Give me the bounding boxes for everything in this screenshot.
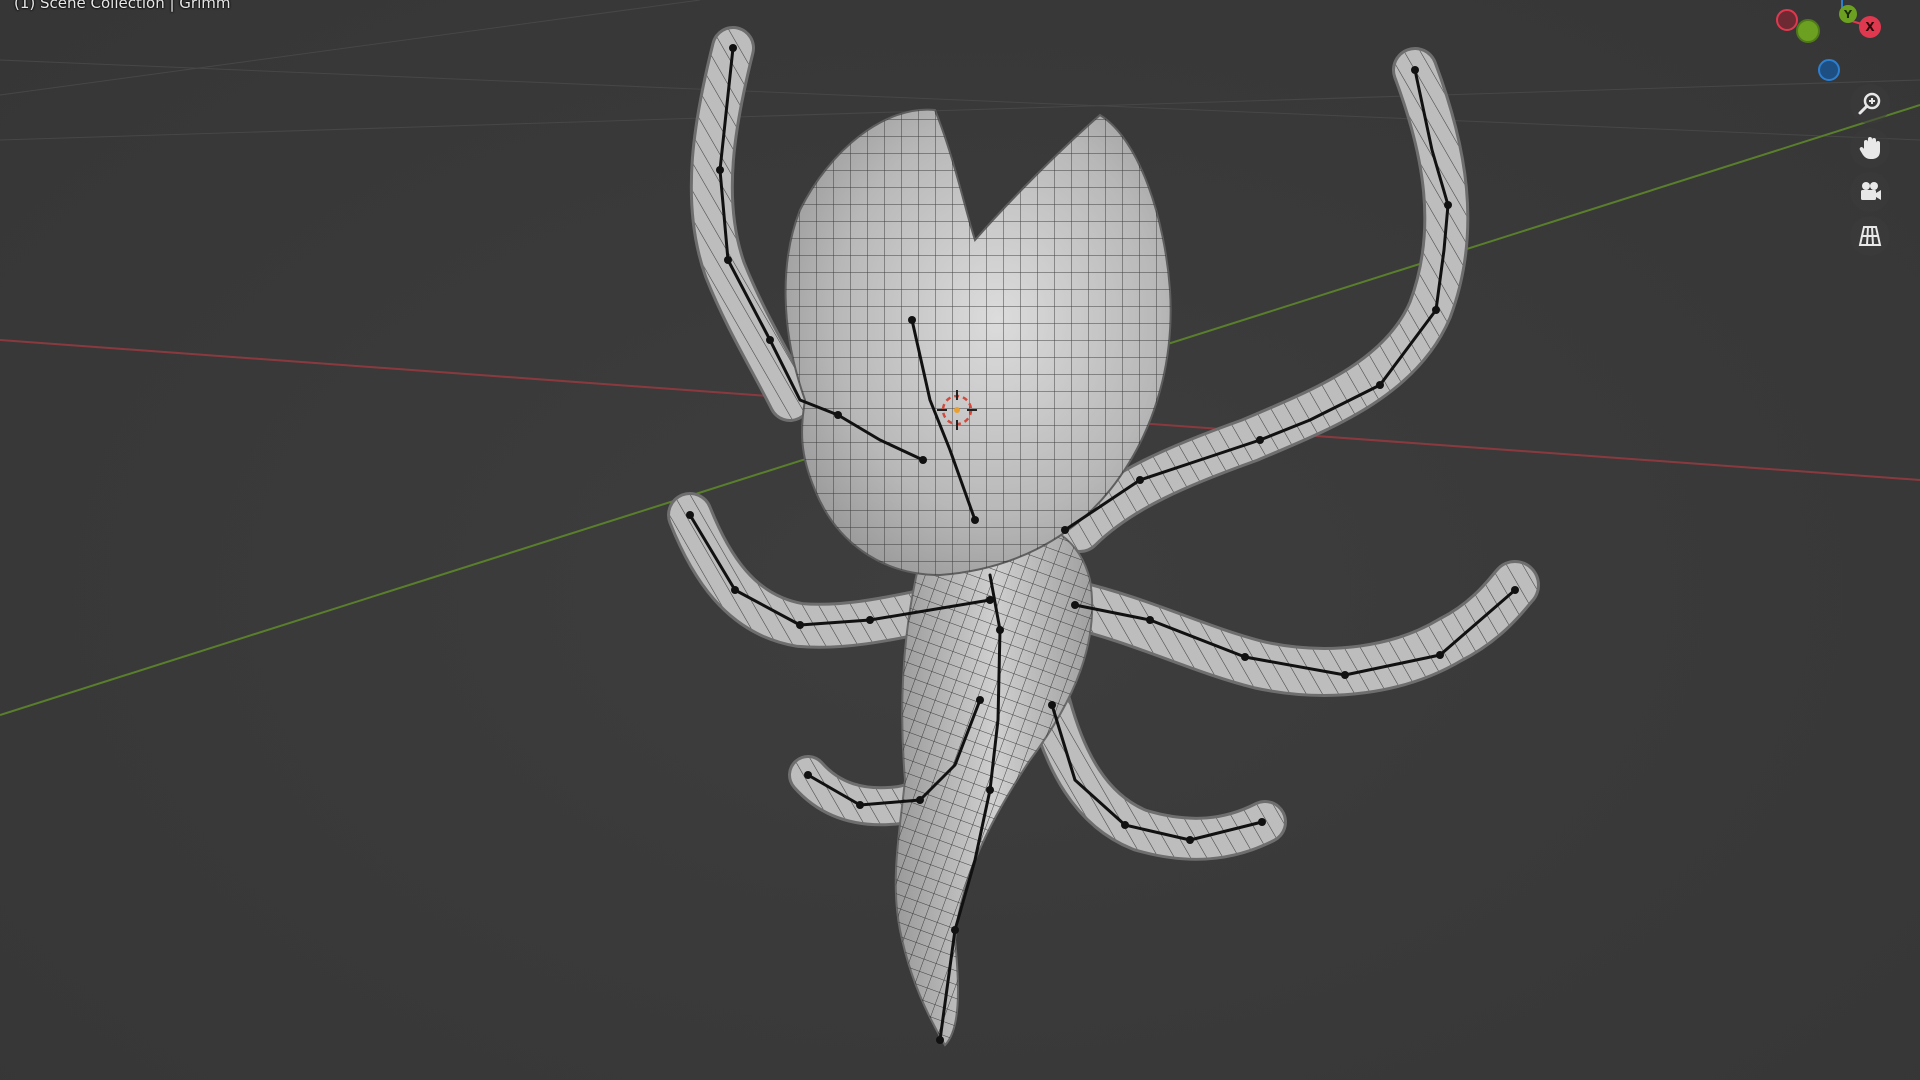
- zoom-button[interactable]: [1850, 84, 1890, 124]
- hand-icon: [1859, 137, 1880, 159]
- gizmo-y-label: Y: [1843, 8, 1853, 21]
- scene-collection-label: (1) Scene Collection | Grimm: [14, 0, 231, 12]
- floor-grid: [0, 0, 1920, 141]
- camera-icon: [1861, 182, 1881, 200]
- gizmo-neg-z-icon[interactable]: [1818, 59, 1840, 81]
- 3d-viewport[interactable]: (1) Scene Collection | Grimm Y X: [0, 0, 1920, 1080]
- grid-icon: [1858, 226, 1882, 246]
- navigation-gizmo[interactable]: Y X: [1760, 0, 1900, 90]
- camera-view-button[interactable]: [1850, 172, 1890, 212]
- zoom-icon: [1858, 92, 1881, 115]
- gizmo-neg-y-icon[interactable]: [1796, 19, 1820, 43]
- gizmo-x-label: X: [1865, 20, 1875, 34]
- gizmo-neg-x-icon[interactable]: [1776, 9, 1798, 31]
- scene-canvas[interactable]: [0, 0, 1920, 1080]
- pan-button[interactable]: [1850, 128, 1890, 168]
- orthographic-toggle-button[interactable]: [1850, 216, 1890, 256]
